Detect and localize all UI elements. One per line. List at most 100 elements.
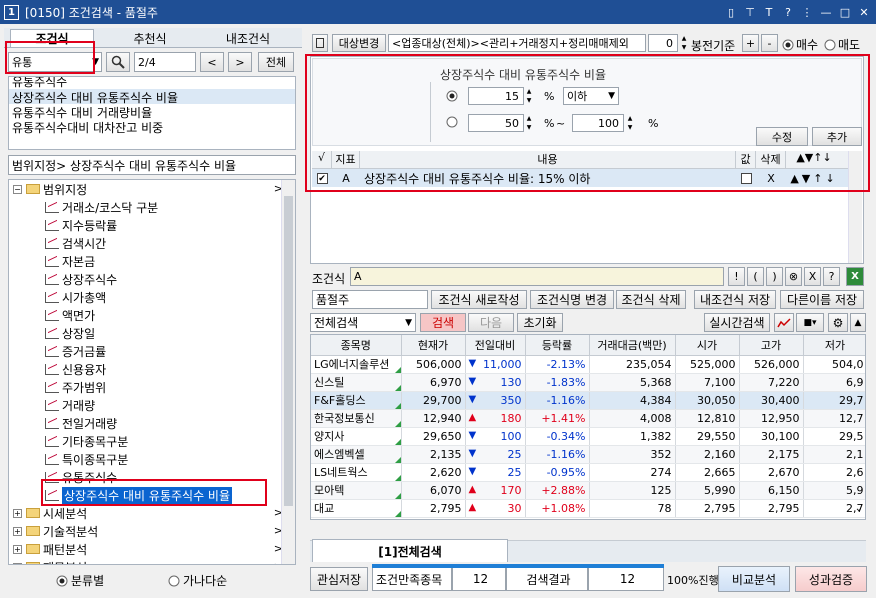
close-icon[interactable]: ✕ [856, 4, 872, 20]
table-row[interactable]: LS네트웍스 2,620 ▼ 25 -0.95% 274 2,665 2,670 2,6 [311, 463, 865, 482]
performance-test-button[interactable]: 성과검증 [795, 566, 867, 592]
save-watchlist-button[interactable]: 관심저장 [310, 567, 368, 591]
tree-item[interactable]: 증거금률 [45, 342, 106, 360]
save-my-condition-button[interactable]: 내조건식 저장 [694, 290, 776, 309]
radio-by-category[interactable]: 분류별 [56, 572, 104, 589]
realtime-search-button[interactable]: 실시간검색 [704, 313, 770, 332]
range-from-input[interactable]: 50 [468, 114, 524, 132]
help-icon[interactable]: ? [780, 4, 796, 20]
table-row[interactable]: LG에너지솔루션 506,000 ▼ 11,000 -2.13% 235,054 525,0… [311, 355, 865, 374]
list-item[interactable]: 유통주식수 [12, 77, 67, 90]
scroll-down-icon[interactable]: ⌄ [855, 503, 863, 514]
tree-item[interactable]: 액면가 [45, 306, 95, 324]
expand-icon[interactable]: + [13, 526, 22, 536]
condition-name-field[interactable]: 품절주 [312, 290, 428, 309]
collapse-button[interactable]: ▲ [850, 313, 866, 332]
excel-button[interactable]: X [846, 267, 864, 286]
dropdown-arrow-icon[interactable]: ▼ [92, 57, 99, 67]
column-header[interactable]: 거래대금(백만) [589, 335, 676, 356]
tab-conditions[interactable]: 조건식 [10, 29, 94, 47]
column-header[interactable]: 시가 [675, 335, 740, 356]
tab-my-conditions[interactable]: 내조건식 [200, 29, 296, 47]
tree-scrollbar[interactable] [281, 180, 295, 564]
table-row[interactable]: 신스틸 6,970 ▼ 130 -1.83% 5,368 7,100 7,220 6,9 [311, 373, 865, 392]
table-row[interactable]: 대교 2,795 ▲ 30 +1.08% 78 2,795 2,795 2,7 [311, 499, 865, 518]
expand-icon[interactable]: + [13, 544, 22, 554]
minus-button[interactable]: - [761, 34, 778, 52]
compare-analysis-button[interactable]: 비교분석 [718, 566, 790, 592]
collapse-icon[interactable]: − [13, 184, 22, 194]
condition-row[interactable]: ✔ A 상장주식수 대비 유통주식수 비율: 15% 이하 X ▲▼↑↓ [312, 169, 862, 187]
radio-buy[interactable]: 매수 [782, 36, 818, 53]
next-result-button[interactable]: > [228, 52, 252, 72]
tree-folder[interactable]: + 시세분석 [13, 504, 87, 522]
reorder-arrows-icon[interactable]: ▲▼↑↓ [786, 172, 842, 185]
formula-operator-button[interactable]: ! [728, 267, 745, 286]
column-header[interactable]: 고가 [739, 335, 804, 356]
tree-item[interactable]: 유통주식수 [45, 468, 117, 486]
value-checkbox[interactable] [740, 172, 752, 184]
tree-item[interactable]: 거래량 [45, 396, 95, 414]
formula-operator-button[interactable]: ) [766, 267, 783, 286]
tree-folder[interactable]: + 패턴분석 [13, 540, 87, 558]
spinner-icon[interactable]: ▲ ▼ [626, 114, 634, 132]
condition-search-input[interactable]: 유통 ▼ [8, 52, 102, 72]
tree-item[interactable]: 특이종목구분 [45, 450, 128, 468]
column-header[interactable]: 종목명 [311, 335, 402, 356]
checkbox-checked-icon[interactable]: ✔ [316, 172, 328, 184]
list-item[interactable]: 유통주식수대비 대차잔고 비중 [12, 119, 163, 136]
radio-selected-icon[interactable] [446, 90, 458, 102]
radio-alphabetical[interactable]: 가나다순 [168, 572, 227, 589]
radio-sell[interactable]: 매도 [824, 36, 860, 53]
search-mode-select[interactable]: 전체검색 ▼ [310, 313, 416, 332]
link-window-icon[interactable]: ▯ [723, 4, 739, 20]
column-header[interactable]: 전일대비 [465, 335, 526, 356]
target-change-button[interactable]: 대상변경 [332, 34, 386, 52]
tree-item[interactable]: 상장주식수 [45, 270, 117, 288]
tree-item[interactable]: 자본금 [45, 252, 95, 270]
tree-item[interactable]: 지수등락률 [45, 216, 117, 234]
spinner-icon[interactable]: ▲ ▼ [680, 34, 688, 52]
view-menu-button[interactable]: ■▾ [796, 313, 824, 332]
more-icon[interactable]: ⋮ [799, 4, 815, 20]
formula-operator-button[interactable]: ⊗ [785, 267, 802, 286]
tree-item[interactable]: 거래소/코스닥 구분 [45, 198, 158, 216]
tree-item[interactable]: 시가총액 [45, 288, 106, 306]
target-universe-field[interactable]: <업종대상(전체)><관리+거래정지+정리매매제외 [388, 34, 646, 52]
tree-folder-range[interactable]: − 범위지정 [13, 180, 87, 198]
ratio-value-input[interactable]: 15 [468, 87, 524, 105]
table-row[interactable]: 에스엠벡셀 2,135 ▼ 25 -1.16% 352 2,160 2,175 2,1 [311, 445, 865, 464]
table-row[interactable]: F&F홀딩스 29,700 ▼ 350 -1.16% 4,384 30,050 30,400 2… [311, 391, 865, 410]
font-icon[interactable]: T [761, 4, 777, 20]
spinner-icon[interactable]: ▲ ▼ [525, 114, 533, 132]
minimize-icon[interactable]: — [818, 4, 834, 20]
next-button[interactable]: 다음 [468, 313, 514, 332]
maximize-icon[interactable]: □ [837, 4, 853, 20]
column-header[interactable]: 등락률 [525, 335, 590, 356]
expand-icon[interactable]: + [13, 562, 22, 564]
formula-operator-button[interactable]: ? [823, 267, 840, 286]
tab-all-search[interactable]: [1]전체검색 [312, 539, 508, 562]
search-button[interactable] [106, 52, 130, 72]
reset-button[interactable]: 초기화 [517, 313, 563, 332]
tree-folder[interactable]: + 기술적분석 [13, 522, 98, 540]
panel-toggle-button[interactable] [312, 34, 328, 52]
tree-item[interactable]: 검색시간 [45, 234, 106, 252]
formula-operator-button[interactable]: ( [747, 267, 764, 286]
prev-result-button[interactable]: < [200, 52, 224, 72]
add-button[interactable]: 추가 [812, 127, 862, 146]
tree-item[interactable]: 기타종목구분 [45, 432, 128, 450]
table-row[interactable]: 양지사 29,650 ▼ 100 -0.34% 1,382 29,550 30,100 29,5 [311, 427, 865, 446]
table-row[interactable]: 한국정보통신 12,940 ▲ 180 +1.41% 4,008 12,810 12,950 1… [311, 409, 865, 428]
tree-folder[interactable]: + 재무분석 [13, 558, 87, 564]
spinner-icon[interactable]: ▲ ▼ [525, 87, 533, 105]
tree-item[interactable]: 전일거래량 [45, 414, 117, 432]
tree-item[interactable]: 주가범위 [45, 378, 106, 396]
chart-button[interactable] [774, 313, 794, 332]
formula-input[interactable]: A [350, 267, 724, 286]
table-row[interactable]: 모아텍 6,070 ▲ 170 +2.88% 125 5,990 6,150 5,9 [311, 481, 865, 500]
condition-list-scrollbar[interactable] [848, 151, 862, 263]
column-header[interactable]: 현재가 [401, 335, 466, 356]
column-header[interactable]: 저가 [803, 335, 865, 356]
tab-recommended[interactable]: 추천식 [100, 29, 200, 47]
